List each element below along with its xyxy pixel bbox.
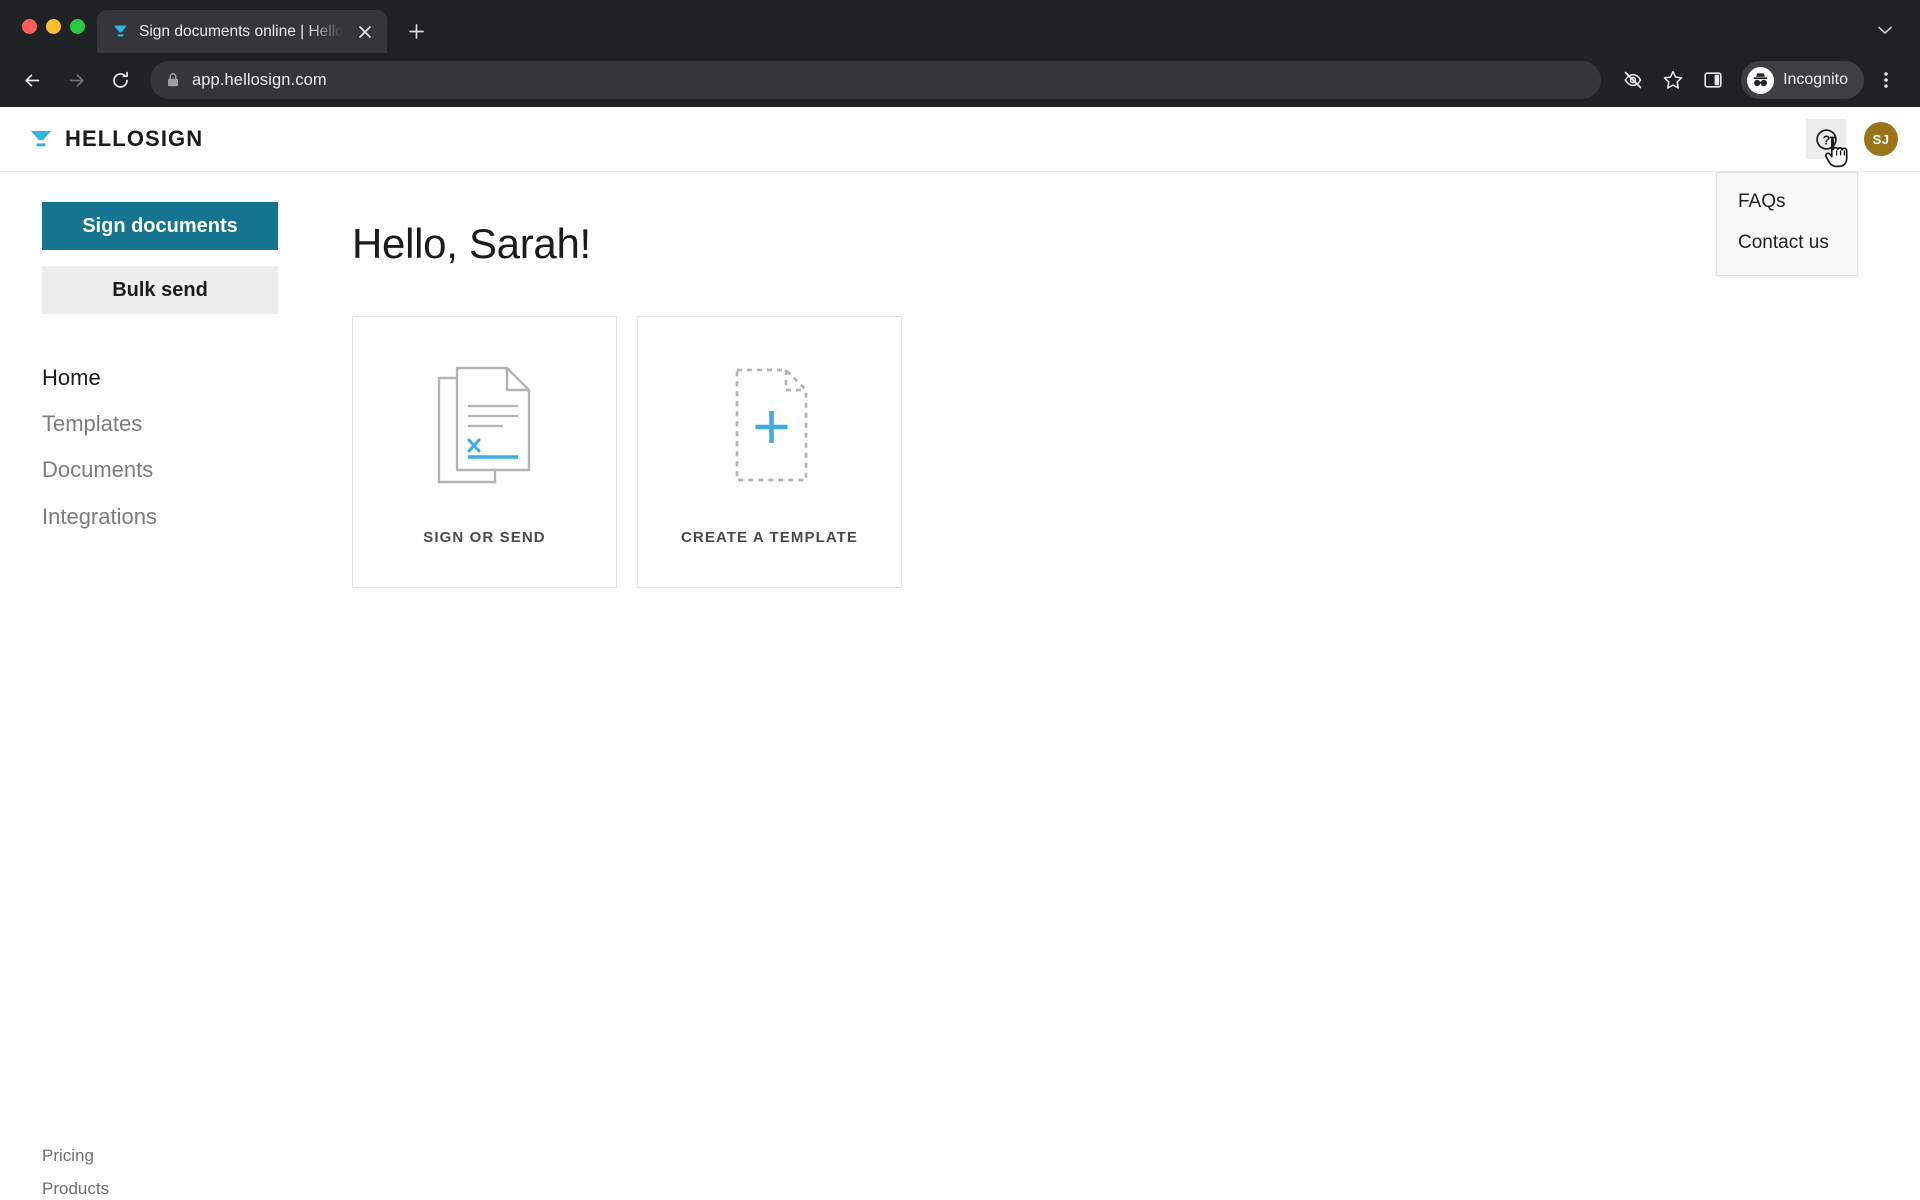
maximize-window-button[interactable] — [70, 19, 85, 34]
help-dropdown-menu: FAQs Contact us — [1716, 172, 1858, 276]
browser-toolbar: app.hellosign.com Incognito — [0, 53, 1920, 107]
reload-icon[interactable] — [100, 60, 140, 100]
tab-strip: Sign documents online | HelloS — [0, 0, 1920, 53]
browser-window: Sign documents online | HelloS app.hello… — [0, 0, 1920, 1200]
minimize-window-button[interactable] — [46, 19, 61, 34]
new-tab-button[interactable] — [399, 14, 433, 48]
page-body: Sign documents Bulk send Home Templates … — [0, 172, 1920, 1200]
help-menu-item-contact-us[interactable]: Contact us — [1717, 223, 1857, 264]
stacked-document-with-signature-icon — [435, 355, 535, 495]
sidebar-item-documents[interactable]: Documents — [42, 458, 352, 482]
hellosign-funnel-icon — [28, 126, 54, 152]
bulk-send-button[interactable]: Bulk send — [42, 266, 278, 314]
url-text: app.hellosign.com — [192, 70, 327, 89]
browser-tab[interactable]: Sign documents online | HelloS — [97, 10, 387, 53]
page-viewport: HELLOSIGN ? SJ FAQs Contact us Sign docu… — [0, 107, 1920, 1200]
window-traffic-lights — [14, 0, 97, 53]
close-icon[interactable] — [353, 20, 377, 44]
chevron-down-icon[interactable] — [1872, 17, 1898, 43]
header-actions: ? SJ — [1806, 119, 1898, 159]
address-bar[interactable]: app.hellosign.com — [150, 61, 1602, 99]
sidebar: Sign documents Bulk send Home Templates … — [0, 172, 352, 1200]
sidebar-nav: Home Templates Documents Integrations — [42, 365, 352, 529]
action-cards: SIGN OR SEND CREATE A TEMPLATE — [352, 316, 1920, 588]
sign-or-send-card[interactable]: SIGN OR SEND — [352, 316, 617, 588]
help-button[interactable]: ? — [1806, 119, 1846, 159]
app-header: HELLOSIGN ? SJ FAQs Contact us — [0, 107, 1920, 276]
card-label: SIGN OR SEND — [423, 529, 546, 546]
lock-icon — [166, 72, 180, 88]
tracking-protection-eye-off-icon[interactable] — [1615, 62, 1651, 98]
page-title: Hello, Sarah! — [352, 220, 591, 267]
svg-text:?: ? — [1822, 133, 1830, 147]
footer-link-products[interactable]: Products — [42, 1179, 171, 1199]
footer-link-pricing[interactable]: Pricing — [42, 1146, 171, 1166]
bookmark-star-icon[interactable] — [1655, 62, 1691, 98]
sidebar-footer: Pricing Products Privacy and legal — [42, 1146, 171, 1200]
dashed-document-with-plus-icon — [720, 355, 820, 495]
create-a-template-card[interactable]: CREATE A TEMPLATE — [637, 316, 902, 588]
card-label: CREATE A TEMPLATE — [680, 529, 859, 546]
three-dot-menu-icon[interactable] — [1868, 62, 1904, 98]
side-panel-icon[interactable] — [1695, 62, 1731, 98]
hellosign-favicon — [111, 23, 129, 41]
tab-title: Sign documents online | HelloS — [139, 22, 343, 40]
incognito-label: Incognito — [1783, 71, 1848, 88]
incognito-icon — [1747, 66, 1775, 94]
sidebar-item-integrations[interactable]: Integrations — [42, 504, 352, 529]
sign-documents-button[interactable]: Sign documents — [42, 202, 278, 250]
question-mark-help-icon: ? — [1815, 128, 1838, 151]
close-window-button[interactable] — [22, 19, 37, 34]
logo-text: HELLOSIGN — [65, 126, 204, 151]
back-arrow-icon[interactable] — [12, 60, 52, 100]
hellosign-logo[interactable]: HELLOSIGN — [28, 126, 203, 152]
sidebar-item-templates[interactable]: Templates — [42, 411, 352, 436]
sidebar-item-home[interactable]: Home — [42, 365, 352, 390]
main-content: Hello, Sarah! SIGN OR SEND CREATE A TEMP… — [352, 172, 1920, 1200]
incognito-indicator[interactable]: Incognito — [1741, 61, 1864, 99]
help-menu-item-faqs[interactable]: FAQs — [1717, 182, 1857, 223]
avatar[interactable]: SJ — [1864, 122, 1898, 156]
forward-arrow-icon[interactable] — [56, 60, 96, 100]
